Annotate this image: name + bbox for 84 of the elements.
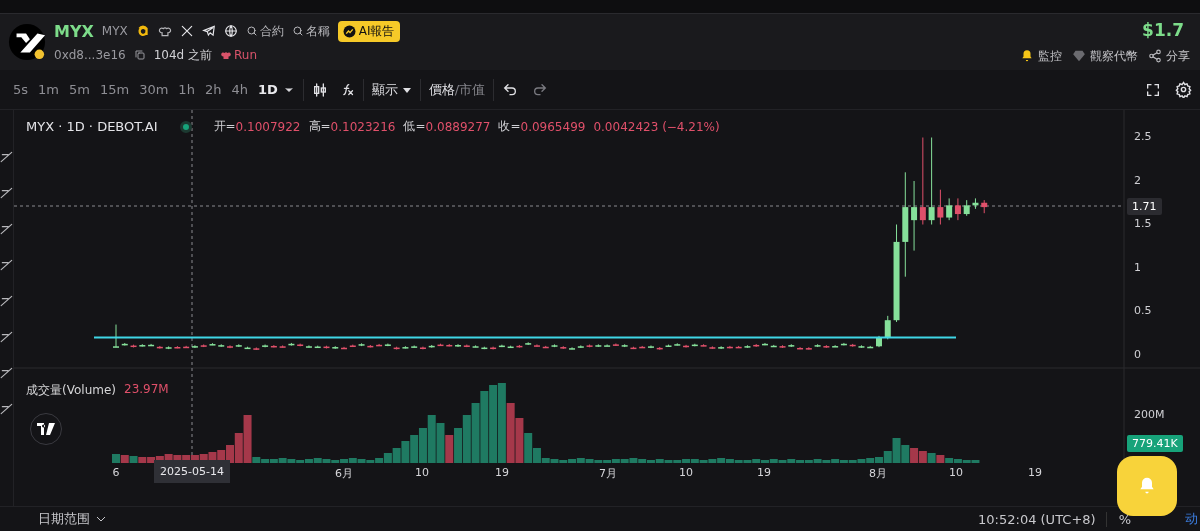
date-axis-label: 10 (679, 466, 693, 479)
crosshair-date-label: 2025-05-14 (154, 460, 230, 483)
last-price-label: 1.71 (1127, 198, 1162, 215)
price-axis-label: 1 (1134, 260, 1141, 274)
alert-button[interactable] (1117, 456, 1177, 516)
clock-time: 10:52:04 (UTC+8) (978, 511, 1107, 527)
ohlc-value: 0.1023216 (330, 119, 396, 134)
date-axis-label: 19 (495, 466, 509, 479)
last-volume-label: 779.41K (1127, 435, 1183, 452)
chef-hat-icon[interactable] (157, 24, 172, 38)
interval-tab[interactable]: 2h (199, 82, 227, 97)
price-axis-label: 2 (1134, 173, 1141, 187)
percent-toggle[interactable]: % (1118, 511, 1131, 527)
chart-title: MYX · 1D · DEBOT.AI (26, 119, 158, 134)
mode-separator: / (454, 82, 460, 97)
interval-tab[interactable]: 1D (252, 82, 283, 97)
chef-hat-icon (220, 49, 233, 61)
date-axis-label: 10 (415, 466, 429, 479)
price-axis-label: 2.5 (1134, 130, 1152, 143)
price-change: 0.0042423 (−4.21%) (593, 119, 720, 134)
ohlc-value: 0.0965499 (520, 119, 586, 134)
undo-icon[interactable] (502, 81, 519, 98)
price-mode-toggle[interactable]: 價格 (428, 80, 455, 99)
redo-icon[interactable] (532, 81, 549, 98)
telegram-icon[interactable] (201, 24, 216, 38)
horizontal-line-drawing[interactable] (94, 336, 956, 339)
auto-scale-toggle[interactable]: 动 (1185, 510, 1198, 528)
settings-icon[interactable] (1175, 81, 1192, 98)
candlestick-icon[interactable] (311, 81, 328, 98)
ohlc-label: 收= (498, 118, 521, 135)
fullscreen-icon[interactable] (1145, 81, 1161, 98)
date-axis-label: 19 (1028, 466, 1042, 479)
contract-address: 0xd8...3e16 (54, 48, 126, 62)
volume-label: 成交量(Volume) (26, 382, 116, 399)
interval-tab[interactable]: 15m (94, 82, 135, 97)
ohlc-value: 0.1007922 (235, 119, 301, 134)
chevron-down-icon (96, 515, 106, 523)
interval-tab[interactable]: 1h (173, 82, 200, 97)
chart-logo-icon[interactable] (30, 413, 62, 445)
date-axis-label: 6月 (335, 466, 353, 481)
price-axis-label: 0 (1134, 347, 1141, 361)
search-link[interactable]: 合約 (245, 22, 284, 40)
ohlc-label: 开= (213, 118, 236, 135)
run-link[interactable]: Run (220, 48, 258, 62)
interval-tab[interactable]: 30m (134, 82, 174, 97)
header-action[interactable]: 分享 (1148, 47, 1190, 65)
header-action[interactable]: 觀察代幣 (1072, 47, 1138, 65)
share-icon (1148, 49, 1162, 63)
interval-tab[interactable]: 5m (64, 82, 95, 97)
interval-tab[interactable]: 1m (33, 82, 64, 97)
status-dot-icon (179, 120, 192, 133)
search-icon (245, 25, 258, 37)
current-price: $1.7 (1142, 19, 1184, 40)
copy-icon[interactable] (133, 49, 146, 61)
date-axis-label: 6 (112, 466, 120, 479)
header-action[interactable]: 監控 (1020, 47, 1062, 65)
token-name: MYX (54, 21, 94, 41)
ohlc-label: 高= (308, 118, 331, 135)
chart-badge-icon (342, 24, 356, 38)
price-axis-label: 1.5 (1134, 217, 1152, 230)
search-link[interactable]: 名稱 (291, 22, 330, 40)
date-axis-label: 8月 (869, 466, 887, 481)
price-axis-label: 0.5 (1134, 304, 1152, 317)
bell-icon (1020, 49, 1034, 63)
globe-icon[interactable] (223, 24, 238, 38)
interval-tab[interactable]: 5s (8, 82, 34, 97)
date-range-button[interactable]: 日期范围 (38, 510, 106, 528)
x-logo-icon[interactable] (179, 24, 194, 38)
date-axis-label: 19 (757, 466, 771, 479)
market-cap-mode-toggle[interactable]: 市值 (459, 80, 486, 99)
volume-axis-label: 200M (1134, 408, 1165, 421)
interval-tab[interactable]: 4h (226, 82, 253, 97)
display-menu[interactable]: 顯示 (371, 80, 412, 99)
token-age: 104d 之前 (153, 46, 213, 64)
ai-report-button[interactable]: AI報告 (337, 20, 400, 42)
date-axis-label: 7月 (599, 466, 617, 481)
ohlc-label: 低= (403, 118, 426, 135)
token-symbol: MYX (101, 24, 128, 38)
date-axis-label: 10 (949, 466, 963, 479)
search-icon (291, 25, 304, 37)
diamond-icon (1072, 49, 1086, 63)
token-logo-icon (8, 23, 46, 61)
volume-value: 23.97M (124, 382, 169, 398)
ohlc-value: 0.0889277 (425, 119, 491, 134)
